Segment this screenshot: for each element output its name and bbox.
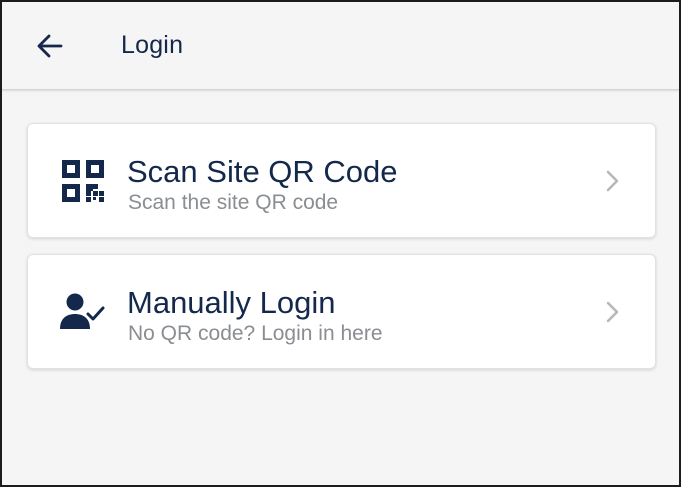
arrow-left-icon — [37, 34, 63, 58]
manual-login-option[interactable]: Manually Login No QR code? Login in here — [27, 254, 656, 369]
chevron-right-icon — [601, 168, 625, 194]
qr-code-icon — [60, 157, 106, 205]
chevron-right-icon — [601, 299, 625, 325]
manual-login-title: Manually Login — [127, 285, 336, 320]
scan-qr-subtitle: Scan the site QR code — [128, 191, 339, 214]
scan-qr-title: Scan Site QR Code — [127, 154, 398, 189]
app-bar: Login — [2, 2, 679, 90]
user-check-icon — [60, 288, 106, 336]
manual-login-subtitle: No QR code? Login in here — [128, 322, 383, 345]
scan-qr-option[interactable]: Scan Site QR Code Scan the site QR code — [27, 123, 656, 238]
page-title: Login — [121, 31, 184, 59]
app-window: Login Scan Site QR Code Scan the site QR… — [0, 0, 681, 487]
back-button[interactable] — [30, 26, 70, 66]
